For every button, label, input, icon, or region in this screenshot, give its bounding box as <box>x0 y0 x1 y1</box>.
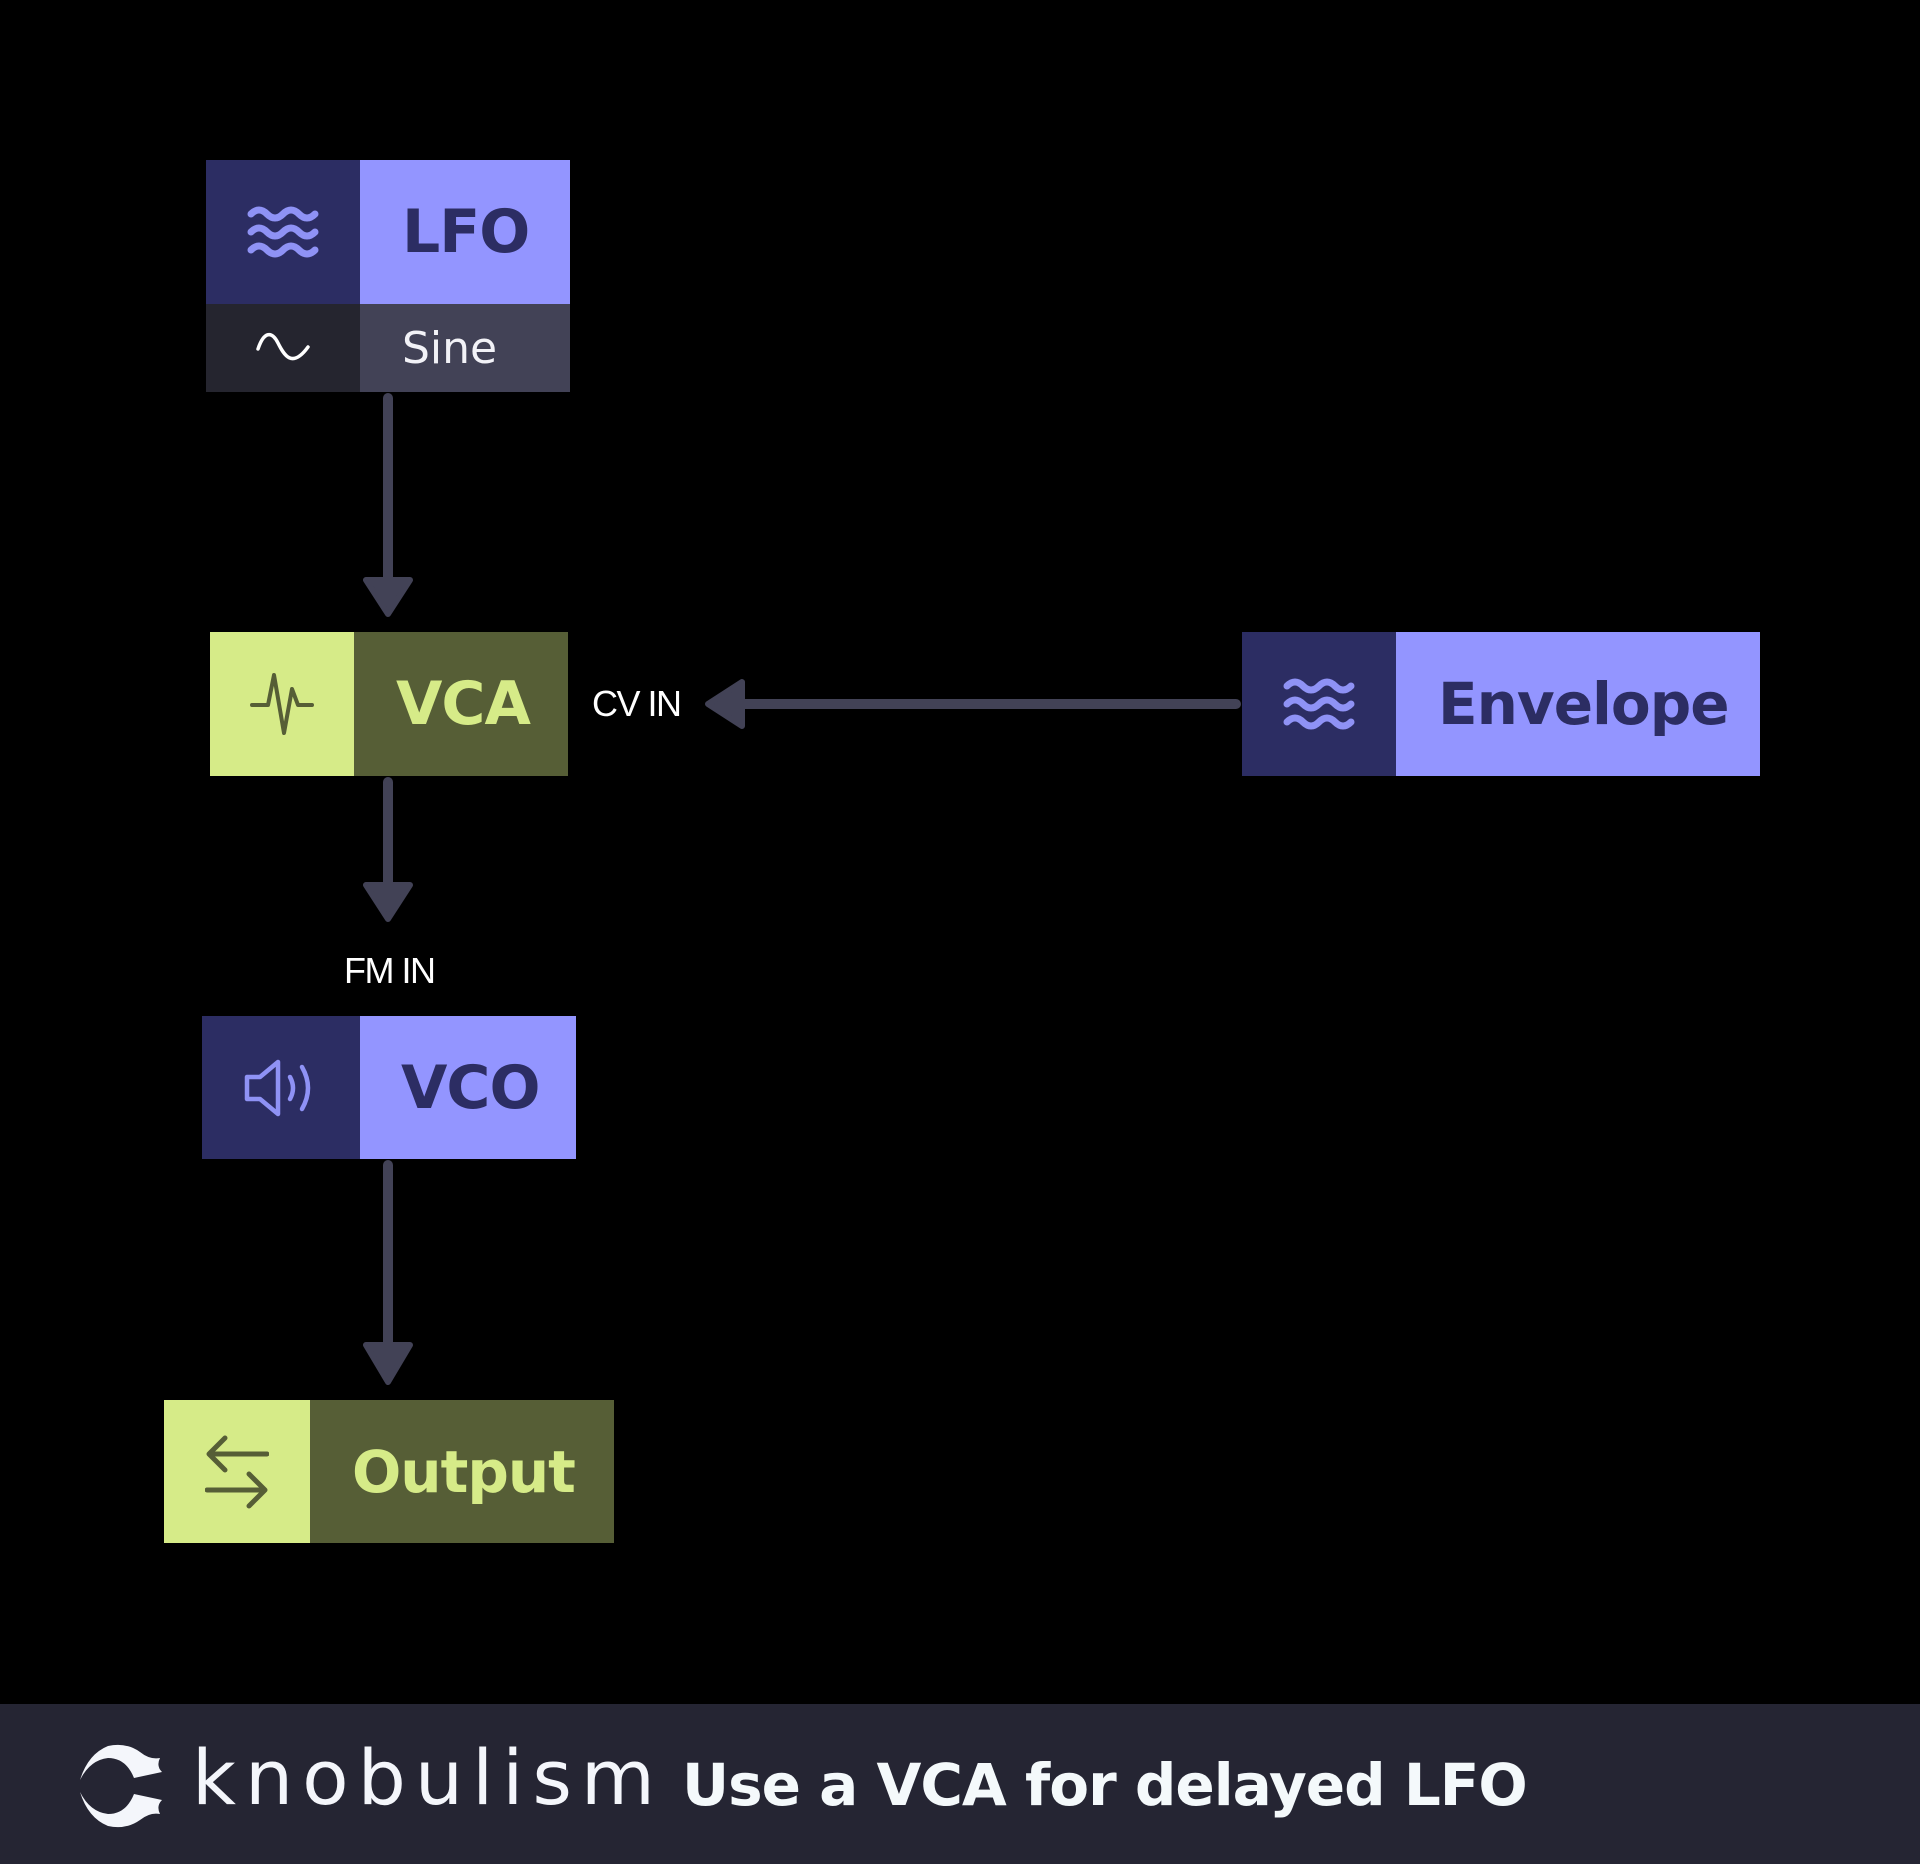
cv-in-port-label: CV IN <box>592 683 682 724</box>
sine-wave-icon <box>206 304 360 392</box>
swap-arrows-icon <box>164 1400 310 1543</box>
lfo-node[interactable]: LFO Sine <box>206 160 570 392</box>
wire-vco-to-output <box>363 1160 413 1385</box>
waves-icon <box>1242 632 1396 776</box>
knob-logo-icon <box>78 1742 168 1830</box>
diagram-title: Use a VCA for delayed LFO <box>682 1751 1528 1819</box>
footer-banner: knobulism Use a VCA for delayed LFO <box>0 1704 1920 1864</box>
vca-node[interactable]: VCA <box>210 632 568 776</box>
fm-in-port-label: FM IN <box>344 950 436 991</box>
waves-icon <box>206 160 360 304</box>
pulse-icon <box>210 632 354 776</box>
output-label: Output <box>310 1400 614 1543</box>
vco-node[interactable]: VCO <box>202 1016 576 1159</box>
brand-name: knobulism <box>192 1733 664 1822</box>
wire-vca-to-vco <box>363 777 413 922</box>
lfo-label: LFO <box>360 160 570 304</box>
wire-lfo-to-vca <box>363 393 413 617</box>
wire-envelope-to-vca <box>705 679 1241 729</box>
vco-label: VCO <box>360 1016 576 1159</box>
output-node[interactable]: Output <box>164 1400 614 1543</box>
speaker-icon <box>202 1016 360 1159</box>
lfo-waveform-value[interactable]: Sine <box>360 304 570 392</box>
envelope-node[interactable]: Envelope <box>1242 632 1760 776</box>
envelope-label: Envelope <box>1396 632 1760 776</box>
vca-label: VCA <box>354 632 568 776</box>
